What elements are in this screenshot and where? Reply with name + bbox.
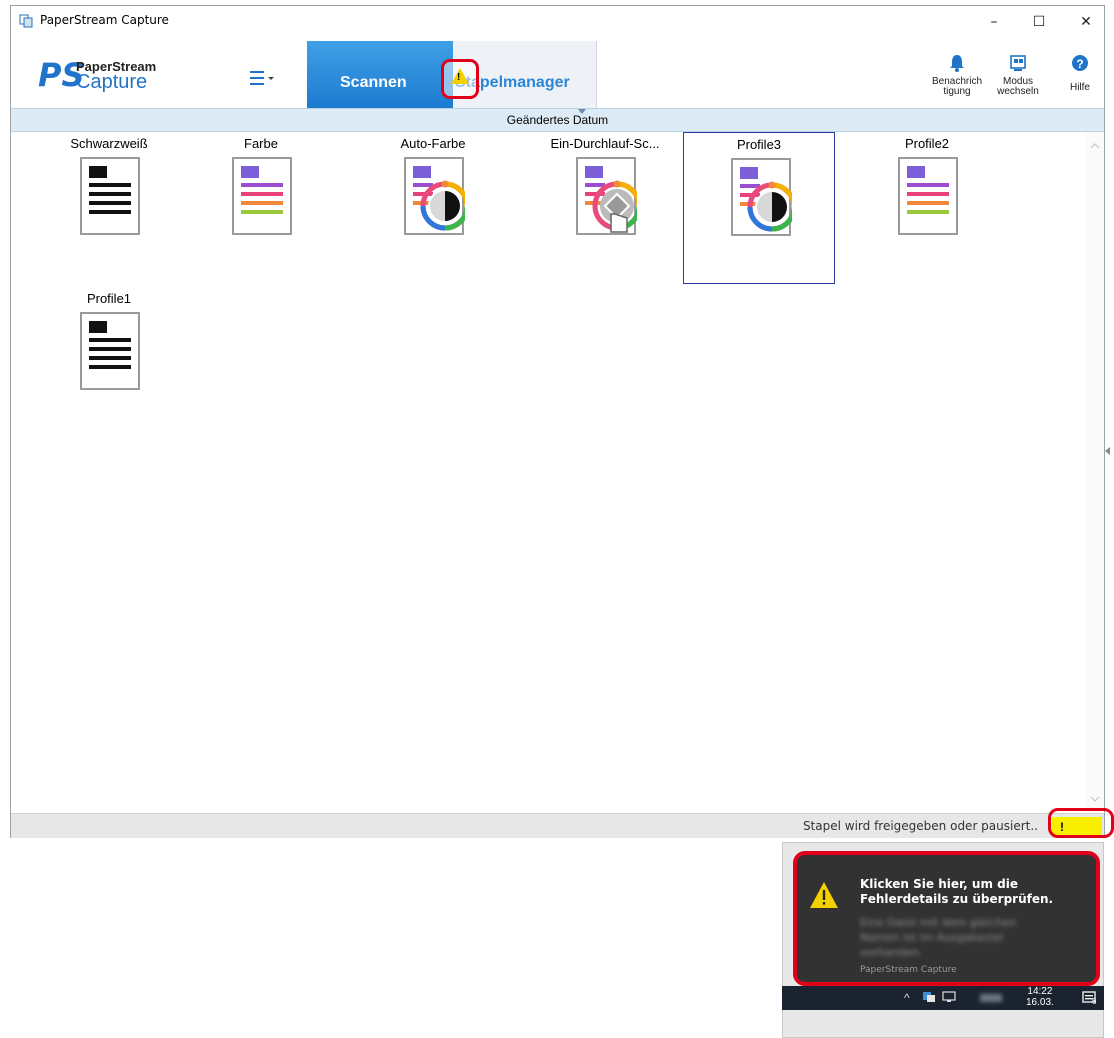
header: PS PaperStream Capture Scannen Stapelman… bbox=[11, 36, 1104, 108]
sort-arrow-icon bbox=[578, 109, 586, 114]
maximize-button[interactable]: ☐ bbox=[1022, 10, 1056, 34]
profile-profile3[interactable]: Profile3 bbox=[683, 132, 835, 284]
tab-scannen-label: Scannen bbox=[340, 74, 407, 91]
clock[interactable]: 14:22 16.03. bbox=[1026, 986, 1054, 1008]
notification-label-2: tigung bbox=[943, 86, 971, 97]
switch-mode-icon bbox=[1010, 55, 1026, 71]
bw-document-icon bbox=[80, 157, 140, 235]
profile-farbe[interactable]: Farbe bbox=[185, 132, 337, 284]
profile-label: Schwarzweiß bbox=[70, 136, 148, 151]
tray-app-icon[interactable] bbox=[922, 991, 936, 1003]
switch-mode-label-2: wechseln bbox=[997, 86, 1039, 97]
status-text: Stapel wird freigegeben oder pausiert.. bbox=[802, 819, 1038, 833]
auto-color-document-icon bbox=[731, 158, 792, 236]
scroll-up-icon[interactable] bbox=[1086, 142, 1104, 150]
scroll-down-icon[interactable] bbox=[1086, 795, 1104, 803]
help-icon: ? bbox=[1072, 55, 1088, 71]
one-pass-scan-icon bbox=[576, 157, 637, 235]
app-window: PaperStream Capture – ☐ ✕ PS PaperStream… bbox=[10, 5, 1105, 838]
bw-document-icon bbox=[80, 312, 140, 390]
notification-body: Eine Datei mit dem gleichen Namen ist im… bbox=[860, 916, 1017, 959]
window-title: PaperStream Capture bbox=[40, 13, 169, 27]
app-icon bbox=[19, 14, 33, 28]
action-center-count: 6 bbox=[1092, 997, 1097, 1006]
tray-blurred-item bbox=[980, 994, 1002, 1002]
status-bar: Stapel wird freigegeben oder pausiert.. … bbox=[11, 813, 1104, 838]
tray-chevron-icon[interactable]: ^ bbox=[904, 991, 910, 1005]
hamburger-menu-icon[interactable] bbox=[248, 68, 288, 88]
close-button[interactable]: ✕ bbox=[1069, 10, 1103, 34]
sort-bar[interactable]: Geändertes Datum bbox=[11, 108, 1104, 132]
profile-profile2[interactable]: Profile2 bbox=[851, 132, 1003, 284]
profile-ein-durchlauf[interactable]: Ein-Durchlauf-Sc... bbox=[529, 132, 681, 284]
warning-triangle-icon bbox=[810, 882, 838, 908]
help-button[interactable]: ? Hilfe bbox=[1063, 53, 1097, 93]
profile-label: Ein-Durchlauf-Sc... bbox=[550, 136, 660, 151]
auto-color-document-icon bbox=[404, 157, 465, 235]
profile-profile1[interactable]: Profile1 bbox=[33, 287, 185, 439]
minimize-button[interactable]: – bbox=[977, 10, 1011, 34]
sort-label: Geändertes Datum bbox=[506, 113, 609, 127]
profile-label: Auto-Farbe bbox=[400, 136, 466, 151]
profile-label: Profile1 bbox=[86, 291, 132, 306]
notification-button[interactable]: Benachrich tigung bbox=[927, 53, 987, 97]
tab-scannen[interactable]: Scannen bbox=[307, 41, 453, 108]
status-indicator-highlight bbox=[1048, 808, 1114, 838]
error-notification-toast[interactable]: Klicken Sie hier, um die Fehlerdetails z… bbox=[793, 851, 1100, 986]
profile-label: Farbe bbox=[244, 136, 278, 151]
side-panel-expand-icon[interactable] bbox=[1105, 447, 1111, 455]
clock-time: 14:22 bbox=[1027, 986, 1053, 997]
title-bar: PaperStream Capture – ☐ ✕ bbox=[11, 6, 1104, 36]
papserstream-logo: PS PaperStream Capture bbox=[38, 56, 156, 93]
profile-schwarzweiss[interactable]: Schwarzweiß bbox=[33, 132, 185, 284]
notification-app-name: PaperStream Capture bbox=[860, 965, 957, 975]
switch-mode-button[interactable]: Modus wechseln bbox=[991, 53, 1045, 97]
help-label: Hilfe bbox=[1069, 82, 1090, 93]
notification-title: Klicken Sie hier, um die Fehlerdetails z… bbox=[860, 877, 1054, 906]
logo-line2: Capture bbox=[76, 71, 147, 93]
tab-warning-highlight[interactable]: ! bbox=[441, 59, 479, 99]
bell-icon bbox=[950, 55, 964, 72]
profile-label: Profile2 bbox=[904, 136, 950, 151]
network-icon[interactable] bbox=[942, 991, 956, 1003]
color-document-icon bbox=[232, 157, 292, 235]
profile-auto-farbe[interactable]: Auto-Farbe bbox=[357, 132, 509, 284]
color-document-icon bbox=[898, 157, 958, 235]
vertical-scrollbar[interactable] bbox=[1086, 132, 1104, 813]
svg-text:?: ? bbox=[1076, 57, 1083, 71]
tab-warning-mark: ! bbox=[457, 72, 461, 83]
profile-label: Profile3 bbox=[736, 137, 782, 152]
taskbar: ^ 14:22 16.03. 6 bbox=[782, 986, 1104, 1010]
clock-date: 16.03. bbox=[1026, 997, 1054, 1008]
